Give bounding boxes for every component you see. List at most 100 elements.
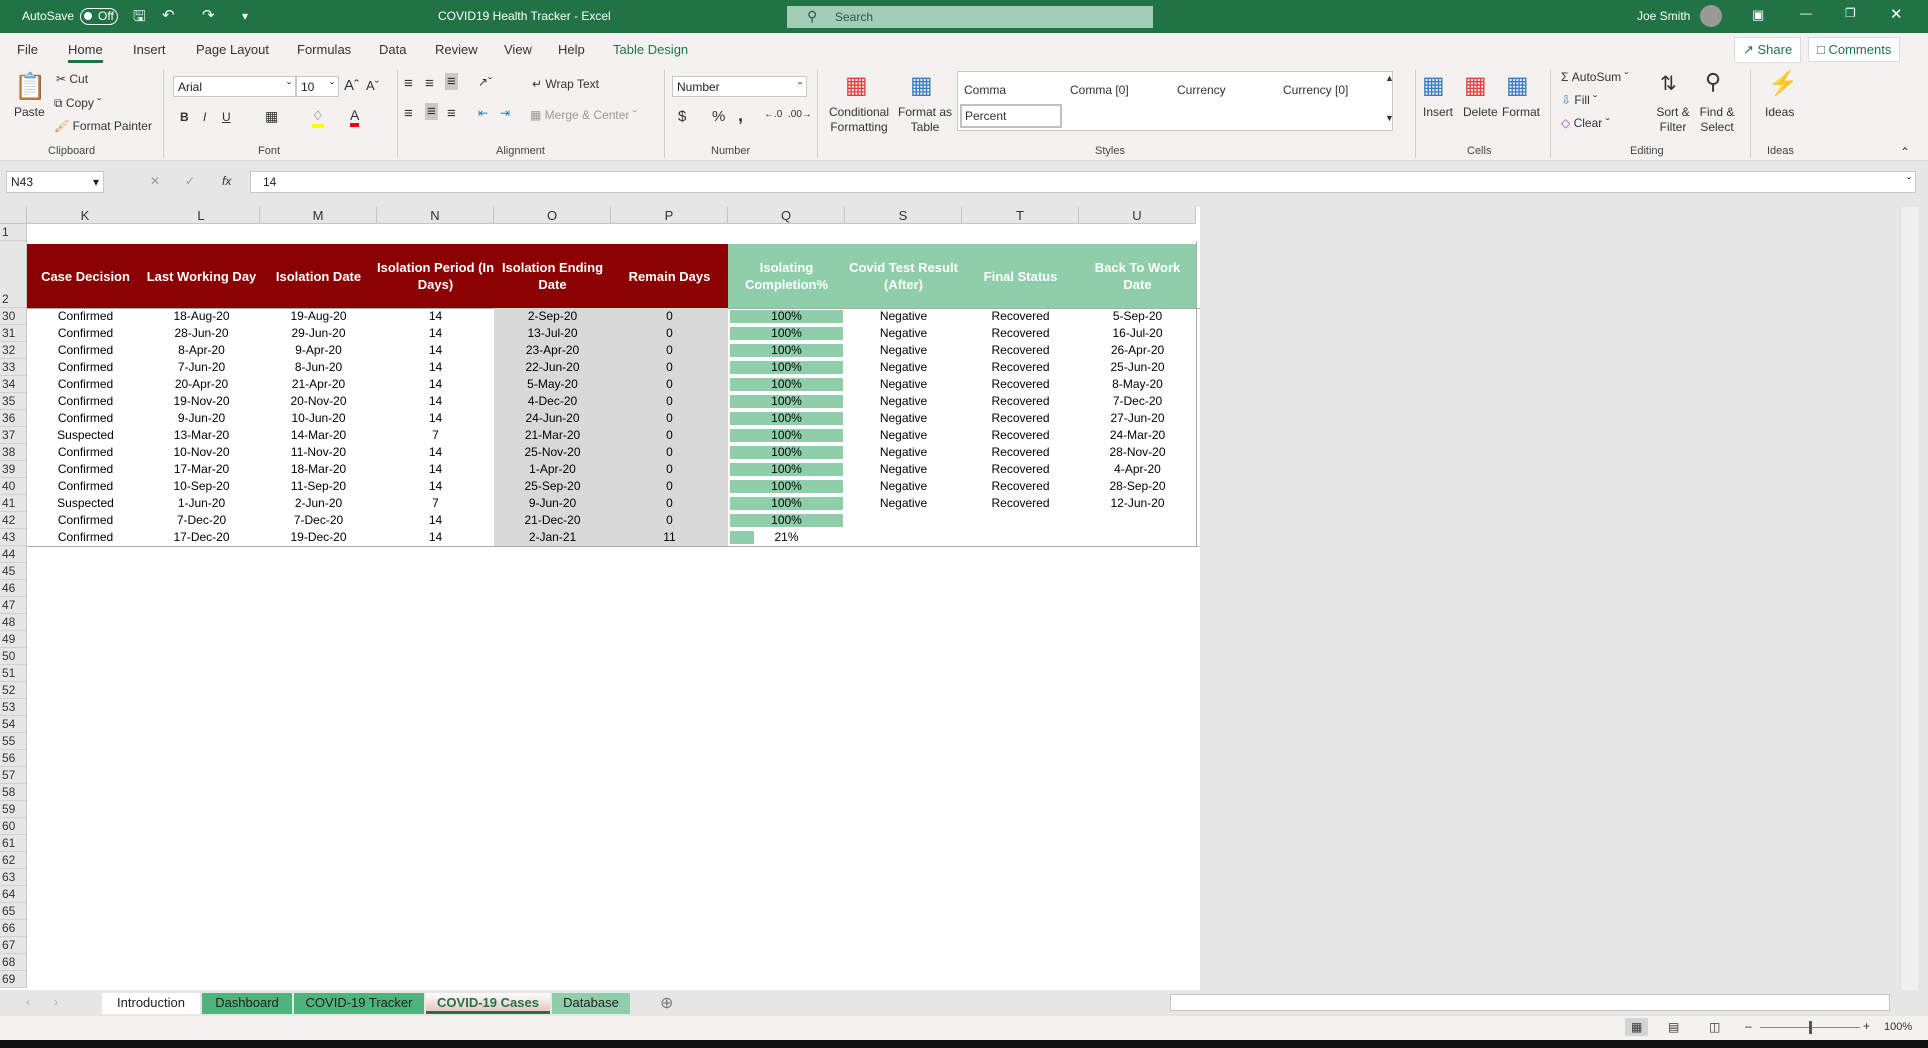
collapse-ribbon-icon[interactable]: ⌃ (1900, 145, 1910, 159)
cell-p-34[interactable]: 0 (611, 376, 728, 393)
cell-s-40[interactable]: Negative (845, 478, 962, 495)
cell-n-34[interactable]: 14 (377, 376, 494, 393)
cell-u-30[interactable]: 5-Sep-20 (1079, 308, 1196, 325)
close-icon[interactable]: ✕ (1890, 5, 1903, 23)
style-percent[interactable]: Percent (960, 104, 1062, 128)
find-select-icon[interactable]: ⚲ (1705, 69, 1721, 95)
cell-s-37[interactable]: Negative (845, 427, 962, 444)
style-currency[interactable]: Currency (1177, 83, 1226, 97)
cell-o-39[interactable]: 1-Apr-20 (494, 461, 611, 478)
decrease-indent-icon[interactable]: ⇤ (478, 106, 488, 120)
clear-button[interactable]: ◇ Clear ˇ (1561, 116, 1610, 130)
row-header[interactable]: 35 (0, 393, 27, 410)
restore-icon[interactable]: ❐ (1845, 6, 1856, 20)
cell-o-36[interactable]: 24-Jun-20 (494, 410, 611, 427)
cell-p-35[interactable]: 0 (611, 393, 728, 410)
insert-function-icon[interactable]: fx (222, 174, 231, 188)
cell-s-39[interactable]: Negative (845, 461, 962, 478)
table-header-cell[interactable]: Isolation Ending Date (494, 244, 611, 308)
cell-k-42[interactable]: Confirmed (27, 512, 144, 529)
conditional-formatting-button[interactable]: Conditional Formatting (824, 105, 894, 135)
cell-t-41[interactable]: Recovered (962, 495, 1079, 512)
cell-q-38[interactable]: 100% (728, 444, 845, 461)
style-currency-0[interactable]: Currency [0] (1283, 83, 1348, 97)
table-header-cell[interactable]: Back To Work Date (1079, 244, 1196, 308)
row-header[interactable]: 65 (0, 903, 27, 920)
cell-o-35[interactable]: 4-Dec-20 (494, 393, 611, 410)
column-header-o[interactable]: O (494, 207, 611, 224)
cell-p-41[interactable]: 0 (611, 495, 728, 512)
cell-k-33[interactable]: Confirmed (27, 359, 144, 376)
paste-icon[interactable]: 📋 (14, 71, 46, 102)
formula-input[interactable]: 14 ˇ (250, 171, 1916, 193)
fill-color-icon[interactable]: ♢ (312, 108, 324, 128)
cell-m-34[interactable]: 21-Apr-20 (260, 376, 377, 393)
cell-l-34[interactable]: 20-Apr-20 (143, 376, 260, 393)
cell-o-42[interactable]: 21-Dec-20 (494, 512, 611, 529)
tab-table-design[interactable]: Table Design (613, 42, 688, 57)
customize-qat-icon[interactable]: ▾ (242, 9, 248, 23)
cell-u-41[interactable]: 12-Jun-20 (1079, 495, 1196, 512)
undo-icon[interactable]: ↶ (162, 6, 175, 24)
cell-u-39[interactable]: 4-Apr-20 (1079, 461, 1196, 478)
cell-q-36[interactable]: 100% (728, 410, 845, 427)
table-header-cell[interactable]: Isolating Completion% (728, 244, 845, 308)
cell-s-34[interactable]: Negative (845, 376, 962, 393)
cell-m-33[interactable]: 8-Jun-20 (260, 359, 377, 376)
cell-m-38[interactable]: 11-Nov-20 (260, 444, 377, 461)
cell-m-42[interactable]: 7-Dec-20 (260, 512, 377, 529)
table-header-cell[interactable]: Case Decision (27, 244, 144, 308)
number-format-select[interactable]: Number ˇ (672, 76, 807, 97)
cell-u-36[interactable]: 27-Jun-20 (1079, 410, 1196, 427)
cell-q-43[interactable]: 21% (728, 529, 845, 546)
cell-q-39[interactable]: 100% (728, 461, 845, 478)
cut-button[interactable]: ✂ Cut (56, 72, 88, 86)
borders-icon[interactable]: ▦ (265, 108, 278, 125)
row-header[interactable]: 55 (0, 733, 27, 750)
insert-cells-icon[interactable]: ▦ (1422, 71, 1445, 100)
cell-p-32[interactable]: 0 (611, 342, 728, 359)
row-header[interactable]: 33 (0, 359, 27, 376)
table-header-cell[interactable]: Last Working Day (143, 244, 260, 308)
sheet-tab[interactable]: Dashboard (202, 993, 292, 1014)
fill-button[interactable]: ⇩ Fill ˇ (1561, 93, 1597, 107)
row-header[interactable]: 36 (0, 410, 27, 427)
cell-l-30[interactable]: 18-Aug-20 (143, 308, 260, 325)
row-header[interactable]: 66 (0, 920, 27, 937)
row-header[interactable]: 51 (0, 665, 27, 682)
cell-n-40[interactable]: 14 (377, 478, 494, 495)
sort-filter-button[interactable]: Sort & Filter (1652, 105, 1694, 135)
underline-button[interactable]: U (222, 110, 231, 124)
cell-m-39[interactable]: 18-Mar-20 (260, 461, 377, 478)
cell-p-38[interactable]: 0 (611, 444, 728, 461)
cell-m-31[interactable]: 29-Jun-20 (260, 325, 377, 342)
style-comma[interactable]: Comma (964, 83, 1006, 97)
cell-s-41[interactable]: Negative (845, 495, 962, 512)
cell-o-38[interactable]: 25-Nov-20 (494, 444, 611, 461)
tab-help[interactable]: Help (558, 42, 585, 57)
delete-cells-button[interactable]: Delete (1463, 105, 1498, 119)
cell-n-38[interactable]: 14 (377, 444, 494, 461)
column-header-p[interactable]: P (611, 207, 728, 224)
cell-p-30[interactable]: 0 (611, 308, 728, 325)
row-header[interactable]: 53 (0, 699, 27, 716)
merge-center-button[interactable]: ▦ Merge & Center ˇ (530, 108, 637, 122)
cell-o-33[interactable]: 22-Jun-20 (494, 359, 611, 376)
minimize-icon[interactable]: — (1800, 6, 1812, 20)
sheet-tab[interactable]: Database (552, 993, 630, 1014)
row-header[interactable]: 43 (0, 529, 27, 546)
table-header-cell[interactable]: Isolation Period (In Days) (377, 244, 494, 308)
cell-l-37[interactable]: 13-Mar-20 (143, 427, 260, 444)
sheet-tab[interactable]: COVID-19 Tracker (294, 993, 424, 1014)
cell-n-39[interactable]: 14 (377, 461, 494, 478)
page-break-view-icon[interactable]: ◫ (1709, 1020, 1720, 1034)
format-painter-button[interactable]: 🖌 Format Painter (54, 119, 152, 133)
new-sheet-icon[interactable]: ⊕ (660, 993, 673, 1013)
cell-n-30[interactable]: 14 (377, 308, 494, 325)
cell-t-34[interactable]: Recovered (962, 376, 1079, 393)
row-header[interactable]: 67 (0, 937, 27, 954)
cell-l-38[interactable]: 10-Nov-20 (143, 444, 260, 461)
cell-q-35[interactable]: 100% (728, 393, 845, 410)
italic-button[interactable]: I (203, 110, 206, 124)
zoom-out-icon[interactable]: – (1745, 1019, 1752, 1033)
